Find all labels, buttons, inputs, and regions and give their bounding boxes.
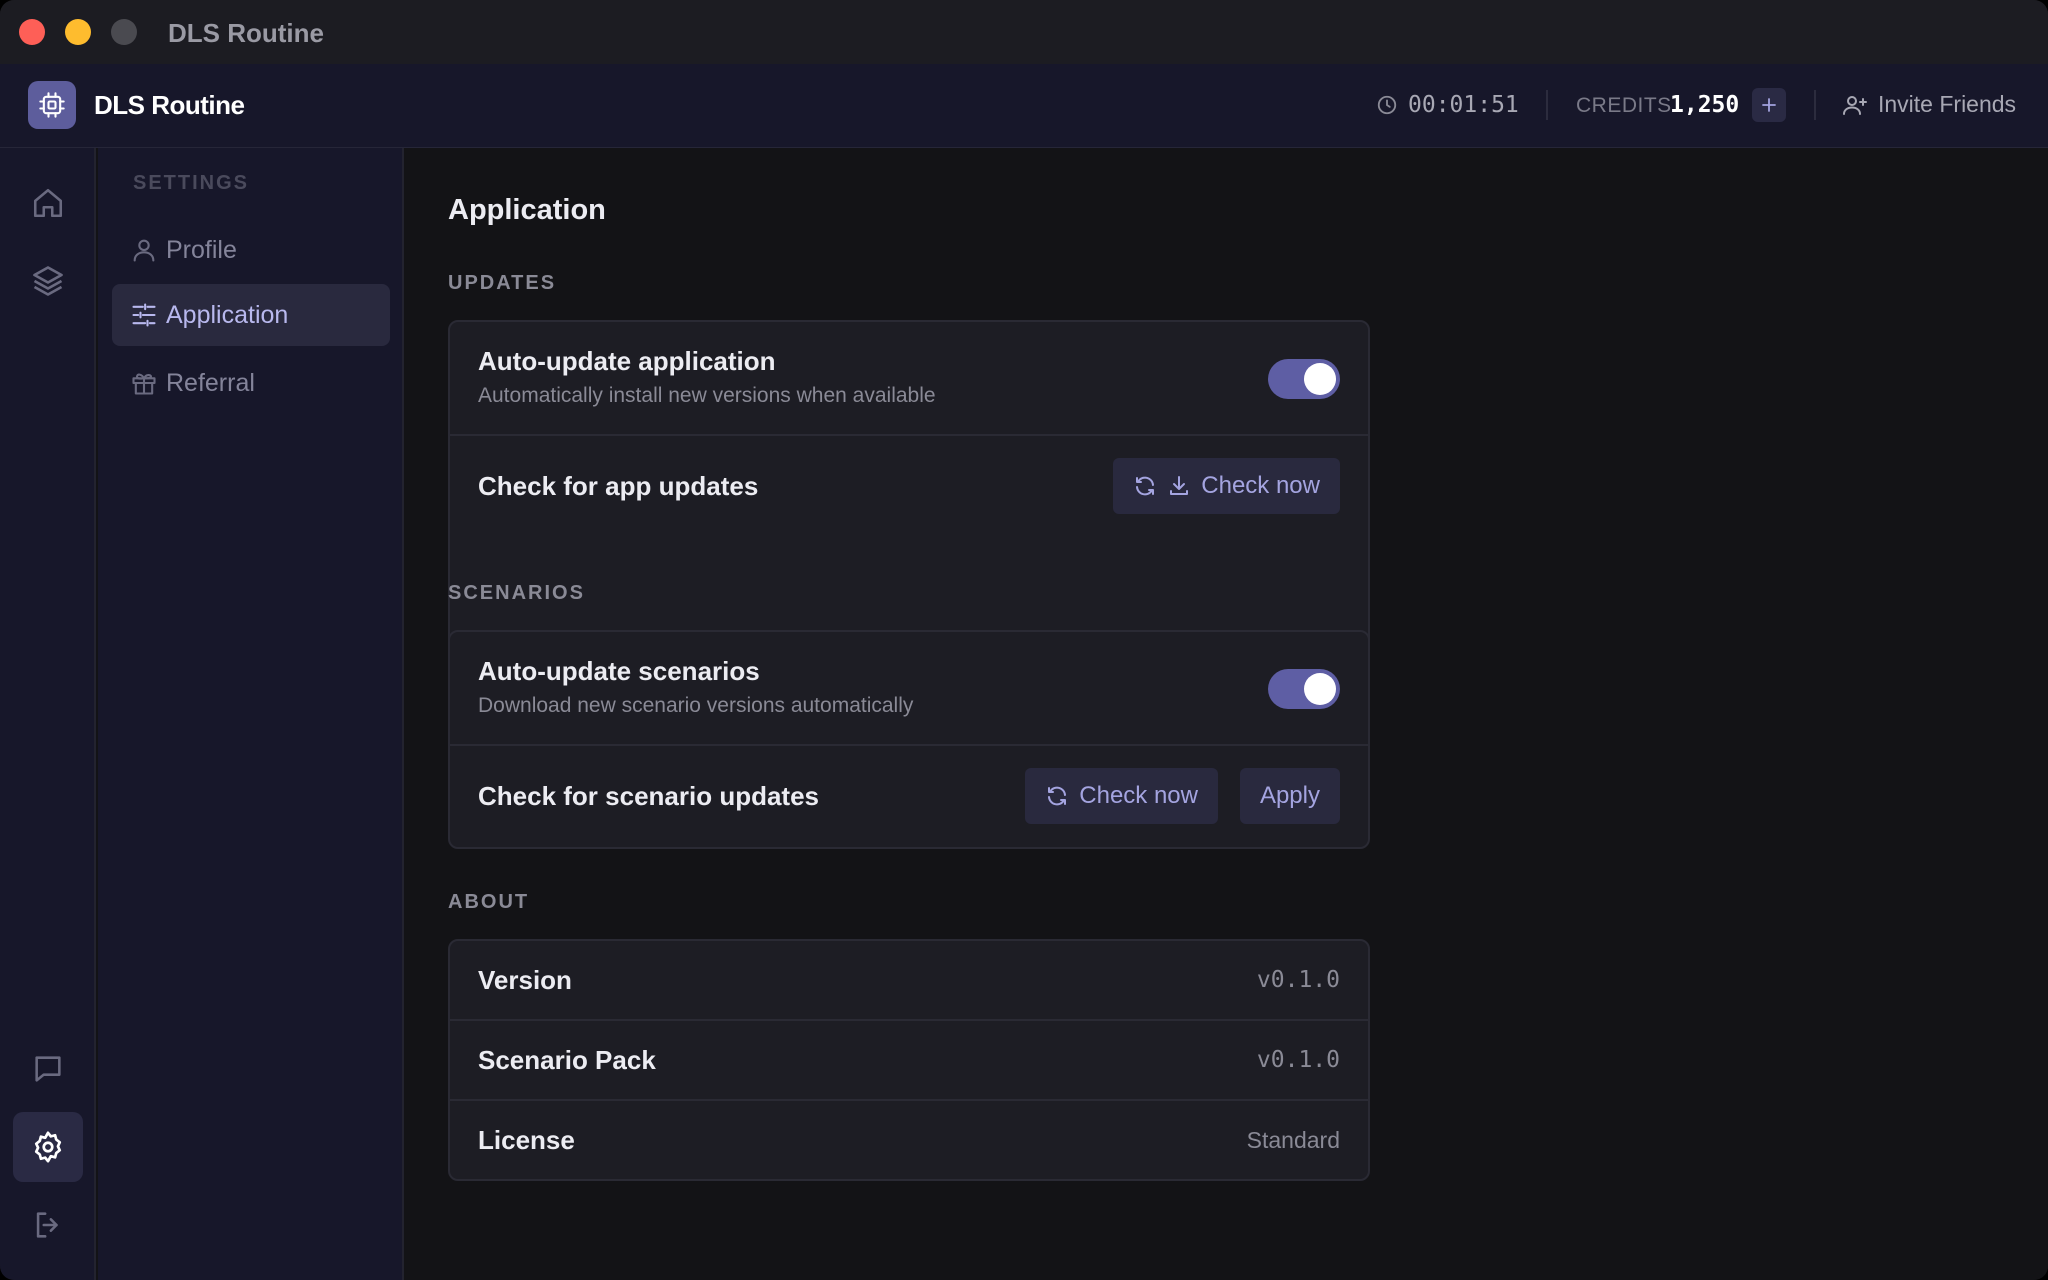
app-name: DLS Routine xyxy=(94,90,245,120)
auto-update-scenarios-description: Download new scenario versions automatic… xyxy=(478,694,914,717)
rail-layers-button[interactable] xyxy=(13,246,83,316)
auto-update-scenarios-toggle[interactable] xyxy=(1268,669,1340,709)
maximize-window-button[interactable] xyxy=(111,19,137,45)
settings-nav-referral[interactable]: Referral xyxy=(112,352,390,414)
section-label-about: ABOUT xyxy=(448,891,530,913)
user-icon xyxy=(133,239,155,262)
add-credits-button[interactable] xyxy=(1752,88,1786,122)
auto-update-app-description: Automatically install new versions when … xyxy=(478,384,936,407)
layers-icon xyxy=(33,266,63,296)
title-bar: DLS Routine xyxy=(0,0,2048,64)
check-app-updates-button[interactable]: Check now xyxy=(1113,458,1340,514)
about-row-label: Version xyxy=(478,965,572,995)
plus-icon xyxy=(1762,98,1776,112)
rail-logout-button[interactable] xyxy=(13,1190,83,1260)
auto-update-app-row: Auto-update application Automatically in… xyxy=(450,322,1368,436)
invite-friends-button[interactable]: Invite Friends xyxy=(1878,91,2016,118)
check-scenario-updates-button[interactable]: Check now xyxy=(1025,768,1218,824)
about-card: Version v0.1.0 Scenario Pack v0.1.0 Lice… xyxy=(448,939,1370,1181)
settings-nav-application[interactable]: Application xyxy=(112,284,390,346)
scenario-pack-value: v0.1.0 xyxy=(1256,1047,1340,1073)
auto-update-scenarios-title: Auto-update scenarios xyxy=(478,656,760,686)
app-header: DLS Routine 00:01:51 CREDITS 1,250 Invit… xyxy=(0,64,2048,148)
settings-nav-label: Referral xyxy=(166,369,255,397)
rail-home-button[interactable] xyxy=(13,168,83,238)
section-label-updates: UPDATES xyxy=(448,272,557,294)
apply-label: Apply xyxy=(1259,782,1320,809)
header-divider xyxy=(1814,90,1816,120)
close-window-button[interactable] xyxy=(19,19,45,45)
chat-icon xyxy=(35,1056,61,1082)
toggle-knob xyxy=(1304,363,1336,395)
auto-update-scenarios-row: Auto-update scenarios Download new scena… xyxy=(450,632,1368,746)
settings-nav-label: Application xyxy=(166,301,289,329)
auto-update-app-title: Auto-update application xyxy=(478,346,776,376)
chip-icon xyxy=(39,92,65,118)
session-timer: 00:01:51 xyxy=(1408,92,1519,118)
refresh-icon xyxy=(1048,786,1067,806)
minimize-window-button[interactable] xyxy=(65,19,91,45)
app-window: DLS Routine DLS Routine 00:01:51 CREDITS… xyxy=(0,0,2048,1280)
about-row-scenario-pack: Scenario Pack v0.1.0 xyxy=(450,1021,1368,1101)
settings-nav-heading: SETTINGS xyxy=(133,172,250,194)
icon-rail xyxy=(0,148,96,1280)
refresh-icon xyxy=(1136,476,1155,496)
page-title: Application xyxy=(448,194,606,226)
app-logo xyxy=(28,81,76,129)
user-plus-icon xyxy=(1843,96,1867,115)
settings-nav-label: Profile xyxy=(166,236,237,264)
check-now-label: Check now xyxy=(1201,472,1320,499)
about-row-license: License Standard xyxy=(450,1101,1368,1179)
clock-icon xyxy=(1377,95,1397,115)
credits-value: 1,250 xyxy=(1670,92,1740,118)
gear-icon xyxy=(34,1131,62,1163)
rail-chat-button[interactable] xyxy=(13,1034,83,1104)
check-now-label: Check now xyxy=(1079,782,1198,809)
check-app-updates-row: Check for app updates Check now xyxy=(450,436,1368,537)
rail-settings-button[interactable] xyxy=(13,1112,83,1182)
header-divider xyxy=(1546,90,1548,120)
logout-icon xyxy=(36,1212,58,1238)
toggle-knob xyxy=(1304,673,1336,705)
license-value: Standard xyxy=(1246,1127,1340,1153)
check-app-updates-title: Check for app updates xyxy=(478,471,759,501)
section-label-scenarios: SCENARIOS xyxy=(448,582,585,604)
scenarios-card: Auto-update scenarios Download new scena… xyxy=(448,630,1370,849)
about-row-label: Scenario Pack xyxy=(478,1045,656,1075)
settings-nav: SETTINGS Profile Application Referral xyxy=(98,148,404,1280)
settings-nav-profile[interactable]: Profile xyxy=(112,219,390,281)
auto-update-app-toggle[interactable] xyxy=(1268,359,1340,399)
about-row-version: Version v0.1.0 xyxy=(450,941,1368,1021)
window-title: DLS Routine xyxy=(168,18,324,48)
about-row-label: License xyxy=(478,1125,575,1155)
download-icon xyxy=(1170,476,1189,495)
check-scenario-updates-row: Check for scenario updates Apply Check n… xyxy=(450,746,1368,847)
check-scenario-updates-title: Check for scenario updates xyxy=(478,781,819,811)
home-icon xyxy=(33,188,63,218)
sliders-icon xyxy=(132,303,156,327)
apply-scenario-updates-button[interactable]: Apply xyxy=(1239,768,1340,824)
settings-content: Application UPDATES Auto-update applicat… xyxy=(406,148,2048,1280)
gift-icon xyxy=(132,373,156,395)
version-value: v0.1.0 xyxy=(1256,967,1340,993)
credits-label: CREDITS xyxy=(1576,94,1672,117)
